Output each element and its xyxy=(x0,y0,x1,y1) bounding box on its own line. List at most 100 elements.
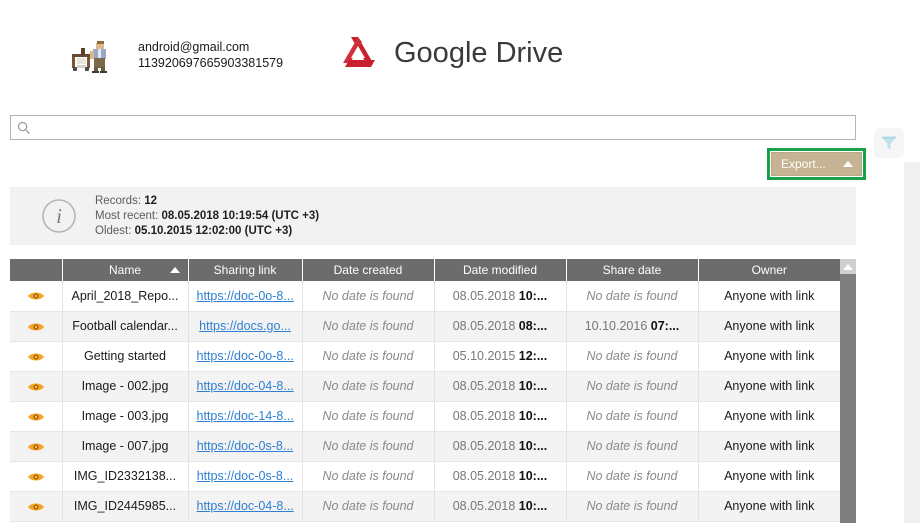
cell-share-date: No date is found xyxy=(566,461,698,491)
info-circle-icon: i xyxy=(41,198,77,234)
row-preview-cell[interactable] xyxy=(10,281,62,311)
cell-name: Getting started xyxy=(62,341,188,371)
cell-name: Image - 007.jpg xyxy=(62,431,188,461)
cell-share-date: No date is found xyxy=(566,431,698,461)
sharing-link[interactable]: https://doc-0s-8... xyxy=(197,439,294,453)
table-row[interactable]: Image - 002.jpg https://doc-04-8... No dat… xyxy=(10,371,840,401)
eye-icon[interactable] xyxy=(27,379,45,393)
eye-icon[interactable] xyxy=(27,319,45,333)
table-row[interactable]: Football calendar...https://docs.go...No… xyxy=(10,311,840,341)
date-value: 10.10.2016 07:... xyxy=(585,319,680,333)
cell-date-modified: 05.10.2015 12:... xyxy=(434,341,566,371)
files-table: Name Sharing link Date createdDate modifie… xyxy=(10,259,840,522)
no-date-text: No date is found xyxy=(322,499,413,513)
row-preview-cell[interactable] xyxy=(10,371,62,401)
cell-sharing-link[interactable]: https://doc-0s-8... xyxy=(188,431,302,461)
files-table-head: Name Sharing link Date createdDate modifie… xyxy=(10,259,840,281)
search-icon xyxy=(17,121,31,135)
page-header: android@gmail.com 113920697665903381579 … xyxy=(0,0,920,105)
window-scrollbar-track[interactable] xyxy=(904,162,920,523)
cell-name: Image - 002.jpg xyxy=(62,371,188,401)
table-row[interactable]: IMG_ID2332138...https://doc-0s-8...No da… xyxy=(10,461,840,491)
oldest-value: 05.10.2015 12:02:00 (UTC +3) xyxy=(135,225,293,237)
column-header-share[interactable]: Share date xyxy=(566,259,698,281)
row-preview-cell[interactable] xyxy=(10,461,62,491)
table-row[interactable]: April_2018_Repo...https://doc-0o-8...No … xyxy=(10,281,840,311)
cell-sharing-link[interactable]: https://doc-0s-8... xyxy=(188,461,302,491)
sharing-link[interactable]: https://doc-0o-8... xyxy=(197,349,294,363)
search-input[interactable] xyxy=(31,117,855,138)
sharing-link[interactable]: https://doc-04-8... xyxy=(197,499,294,513)
no-date-text: No date is found xyxy=(322,289,413,303)
no-date-text: No date is found xyxy=(586,289,677,303)
cell-share-date: 10.10.2016 07:... xyxy=(566,311,698,341)
sharing-link[interactable]: https://doc-04-8... xyxy=(197,379,294,393)
table-row[interactable]: IMG_ID2445985...https://doc-04-8...No da… xyxy=(10,491,840,521)
eye-icon[interactable] xyxy=(27,409,45,423)
cell-sharing-link[interactable]: https://docs.go... xyxy=(188,311,302,341)
row-preview-cell[interactable] xyxy=(10,491,62,521)
cell-owner: Anyone with link xyxy=(698,401,840,431)
scrollbar-thumb[interactable] xyxy=(840,274,856,523)
eye-icon[interactable] xyxy=(27,439,45,453)
records-info-panel: i Records: 12 Most recent: 08.05.2018 10… xyxy=(10,187,856,245)
caret-up-icon xyxy=(843,264,853,270)
cell-date-modified: 08.05.2018 10:... xyxy=(434,431,566,461)
filter-button[interactable] xyxy=(874,128,904,158)
cell-sharing-link[interactable]: https://doc-04-8... xyxy=(188,371,302,401)
table-row[interactable]: Image - 007.jpg https://doc-0s-8... No dat… xyxy=(10,431,840,461)
brand-title: Google Drive xyxy=(394,37,563,70)
table-scrollbar[interactable] xyxy=(840,259,856,523)
cell-sharing-link[interactable]: https://doc-04-8... xyxy=(188,491,302,521)
row-preview-cell[interactable] xyxy=(10,401,62,431)
column-header-eye[interactable] xyxy=(10,259,62,281)
table-row[interactable]: Getting startedhttps://doc-0o-8...No dat… xyxy=(10,341,840,371)
cell-date-created: No date is found xyxy=(302,371,434,401)
files-table-wrapper: Name Sharing link Date createdDate modifie… xyxy=(10,259,856,523)
sharing-link[interactable]: https://doc-14-8... xyxy=(197,409,294,423)
table-row[interactable]: Image - 003.jpghttps://doc-14-8...No dat… xyxy=(10,401,840,431)
cell-sharing-link[interactable]: https://doc-14-8... xyxy=(188,401,302,431)
column-header-link[interactable]: Sharing link xyxy=(188,259,302,281)
cell-share-date: No date is found xyxy=(566,401,698,431)
date-value: 08.05.2018 10:... xyxy=(453,439,548,453)
column-header-name[interactable]: Name xyxy=(62,259,188,281)
no-date-text: No date is found xyxy=(586,439,677,453)
row-preview-cell[interactable] xyxy=(10,341,62,371)
sharing-link[interactable]: https://doc-0o-8... xyxy=(197,289,294,303)
caret-up-icon xyxy=(843,161,853,167)
eye-icon[interactable] xyxy=(27,349,45,363)
sharing-link[interactable]: https://docs.go... xyxy=(199,319,291,333)
cell-owner: Anyone with link xyxy=(698,491,840,521)
no-date-text: No date is found xyxy=(322,439,413,453)
most-recent-value: 08.05.2018 10:19:54 (UTC +3) xyxy=(161,210,319,222)
export-button[interactable]: Export... xyxy=(771,152,862,176)
cell-owner: Anyone with link xyxy=(698,311,840,341)
scrollbar-up-button[interactable] xyxy=(840,259,856,274)
records-count-line: Records: 12 xyxy=(95,194,319,209)
search-bar[interactable] xyxy=(10,115,856,140)
svg-text:i: i xyxy=(56,204,62,228)
cell-sharing-link[interactable]: https://doc-0o-8... xyxy=(188,341,302,371)
eye-icon[interactable] xyxy=(27,469,45,483)
eye-icon[interactable] xyxy=(27,289,45,303)
sharing-link[interactable]: https://doc-0s-8... xyxy=(197,469,294,483)
eye-icon[interactable] xyxy=(27,499,45,513)
cell-share-date: No date is found xyxy=(566,491,698,521)
row-preview-cell[interactable] xyxy=(10,431,62,461)
most-recent-line: Most recent: 08.05.2018 10:19:54 (UTC +3… xyxy=(95,209,319,224)
cell-date-modified: 08.05.2018 10:... xyxy=(434,401,566,431)
cell-sharing-link[interactable]: https://doc-0o-8... xyxy=(188,281,302,311)
no-date-text: No date is found xyxy=(322,409,413,423)
row-preview-cell[interactable] xyxy=(10,311,62,341)
records-label: Records: xyxy=(95,195,141,207)
no-date-text: No date is found xyxy=(586,379,677,393)
cell-share-date: No date is found xyxy=(566,371,698,401)
no-date-text: No date is found xyxy=(322,319,413,333)
column-header-label: Sharing link xyxy=(214,263,277,277)
column-header-modified[interactable]: Date modified xyxy=(434,259,566,281)
cell-date-modified: 08.05.2018 10:... xyxy=(434,371,566,401)
column-header-owner[interactable]: Owner xyxy=(698,259,840,281)
date-value: 08.05.2018 10:... xyxy=(453,379,548,393)
column-header-created[interactable]: Date created xyxy=(302,259,434,281)
